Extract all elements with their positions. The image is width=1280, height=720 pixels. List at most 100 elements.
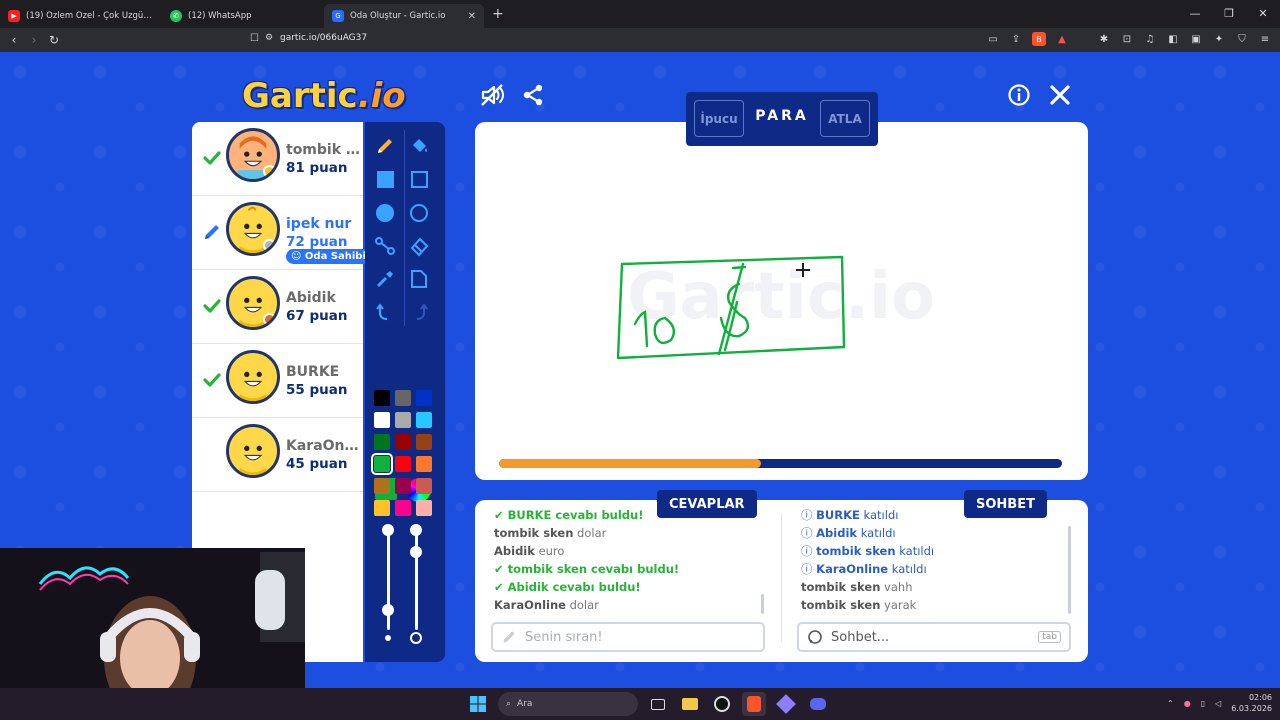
line-tool-icon[interactable] <box>371 232 399 260</box>
timer-fill <box>499 459 761 468</box>
check-icon: ✔ <box>494 562 508 576</box>
redo-icon[interactable] <box>405 298 433 326</box>
color-swatch[interactable] <box>395 500 411 516</box>
tray-chevron-icon[interactable]: ⌃ <box>1167 699 1174 708</box>
tab-youtube[interactable]: ▶ (19) Özlem Özel - Çok Üzgünsün <box>0 4 162 28</box>
message-text: katıldı <box>899 544 935 558</box>
message-text: cevabı buldu! <box>555 508 644 522</box>
opacity-slider[interactable] <box>415 530 418 630</box>
eraser-icon[interactable] <box>405 232 433 260</box>
close-icon[interactable] <box>1047 82 1073 108</box>
color-swatch[interactable] <box>395 478 411 494</box>
player-score: 55 puan <box>286 382 348 398</box>
circle-outline-icon[interactable] <box>405 199 433 227</box>
color-swatch[interactable] <box>395 390 411 406</box>
color-swatch[interactable] <box>374 500 390 516</box>
minimize-button[interactable]: — <box>1178 0 1212 28</box>
task-view-icon[interactable] <box>646 692 670 716</box>
microphone-icon[interactable]: ● <box>1184 699 1191 708</box>
file-explorer-icon[interactable] <box>678 692 702 716</box>
message-text: vahh <box>884 580 913 594</box>
color-swatch[interactable] <box>416 500 432 516</box>
bookmark-icon[interactable]: ☐ <box>250 33 259 44</box>
color-swatch[interactable] <box>374 412 390 428</box>
color-swatch[interactable] <box>395 412 411 428</box>
color-swatch[interactable] <box>416 456 432 472</box>
undo-icon[interactable] <box>371 298 399 326</box>
rectangle-outline-icon[interactable] <box>405 165 433 193</box>
fill-bucket-icon[interactable] <box>405 132 433 160</box>
answers-scrollbar[interactable] <box>761 594 764 614</box>
color-swatch[interactable] <box>395 456 411 472</box>
share-icon[interactable]: ⇪ <box>1009 32 1023 46</box>
info-icon[interactable] <box>1006 82 1032 108</box>
pencil-icon <box>202 222 222 242</box>
obs-icon[interactable] <box>710 692 734 716</box>
color-swatch[interactable] <box>374 434 390 450</box>
mute-icon[interactable] <box>480 82 506 108</box>
player-name: BURKE <box>286 364 340 380</box>
player-score: 72 puan <box>286 234 348 250</box>
volume-icon[interactable]: ◁ <box>1215 699 1221 708</box>
close-tab-icon[interactable]: ✕ <box>468 11 476 22</box>
status-dot <box>263 165 276 178</box>
close-window-button[interactable]: ✕ <box>1246 0 1280 28</box>
reload-button[interactable]: ↻ <box>44 33 64 47</box>
url-field[interactable]: gartic.io/066uAG37 <box>280 33 367 43</box>
taskbar-search[interactable]: ⌕ Ara <box>498 692 638 716</box>
vpn-icon[interactable]: ⛉ <box>1235 32 1249 46</box>
maximize-button[interactable]: ❐ <box>1212 0 1246 28</box>
answer-input[interactable]: Senin sıran! <box>491 622 765 652</box>
sidebar-icon[interactable]: ◧ <box>1166 32 1180 46</box>
slider-knob[interactable] <box>382 524 394 536</box>
color-swatch[interactable] <box>395 434 411 450</box>
leo-icon[interactable]: ✦ <box>1212 32 1226 46</box>
slider-knob[interactable] <box>410 524 422 536</box>
wallet-icon[interactable]: ▣ <box>1189 32 1203 46</box>
skip-button[interactable]: ATLA <box>820 100 870 137</box>
brave-browser-icon[interactable] <box>742 692 766 716</box>
extensions-icon[interactable]: ✱ <box>1097 32 1111 46</box>
eyedropper-icon[interactable] <box>371 265 399 293</box>
rectangle-filled-icon[interactable] <box>371 165 399 193</box>
discord-icon[interactable] <box>806 692 830 716</box>
share-icon[interactable] <box>520 82 546 108</box>
color-swatch[interactable] <box>416 390 432 406</box>
color-swatch[interactable] <box>416 434 432 450</box>
color-swatch[interactable] <box>374 478 390 494</box>
message-row: ⓘ tombik sken katıldı <box>801 542 1071 560</box>
screenshot-icon[interactable]: ⊡ <box>1120 32 1134 46</box>
network-icon[interactable]: ▯ <box>1201 699 1205 708</box>
hint-button[interactable]: İpucu <box>694 100 744 137</box>
drawing-canvas[interactable]: Gartic.io <box>475 122 1088 480</box>
new-page-icon[interactable] <box>405 265 433 293</box>
message-row: ✔ BURKE cevabı buldu! <box>494 506 764 524</box>
circle-filled-icon[interactable] <box>371 199 399 227</box>
menu-icon[interactable]: ≡ <box>1258 32 1272 46</box>
slider-knob[interactable] <box>382 604 394 616</box>
site-settings-icon[interactable]: ⚙ <box>265 33 273 43</box>
media-icon[interactable]: ♫ <box>1143 32 1157 46</box>
tab-whatsapp[interactable]: ✆ (12) WhatsApp <box>162 4 324 28</box>
brave-shield-icon[interactable]: B <box>1032 32 1046 46</box>
cast-icon[interactable]: ▭ <box>986 32 1000 46</box>
app-icon[interactable] <box>774 692 798 716</box>
clock[interactable]: 02:06 6.03.2026 <box>1231 692 1272 714</box>
color-swatch[interactable] <box>416 478 432 494</box>
new-tab-button[interactable]: + <box>492 6 504 22</box>
back-button[interactable]: ‹ <box>4 33 24 47</box>
large-brush-icon <box>410 632 422 644</box>
rewards-icon[interactable]: ▲ <box>1055 32 1069 46</box>
color-swatch[interactable] <box>371 453 393 475</box>
pencil-tool-icon[interactable] <box>371 132 399 160</box>
color-swatch[interactable] <box>374 390 390 406</box>
forward-button[interactable]: › <box>24 33 44 47</box>
chat-input[interactable]: Sohbet... tab <box>797 622 1071 652</box>
chat-bubble-icon <box>808 630 822 644</box>
info-icon: ⓘ <box>801 526 817 540</box>
start-button[interactable] <box>466 692 490 716</box>
chat-scrollbar[interactable] <box>1068 526 1071 614</box>
slider-knob[interactable] <box>410 546 422 558</box>
tab-gartic[interactable]: G Oda Oluştur - Gartic.io ✕ <box>324 4 484 28</box>
color-swatch[interactable] <box>416 412 432 428</box>
